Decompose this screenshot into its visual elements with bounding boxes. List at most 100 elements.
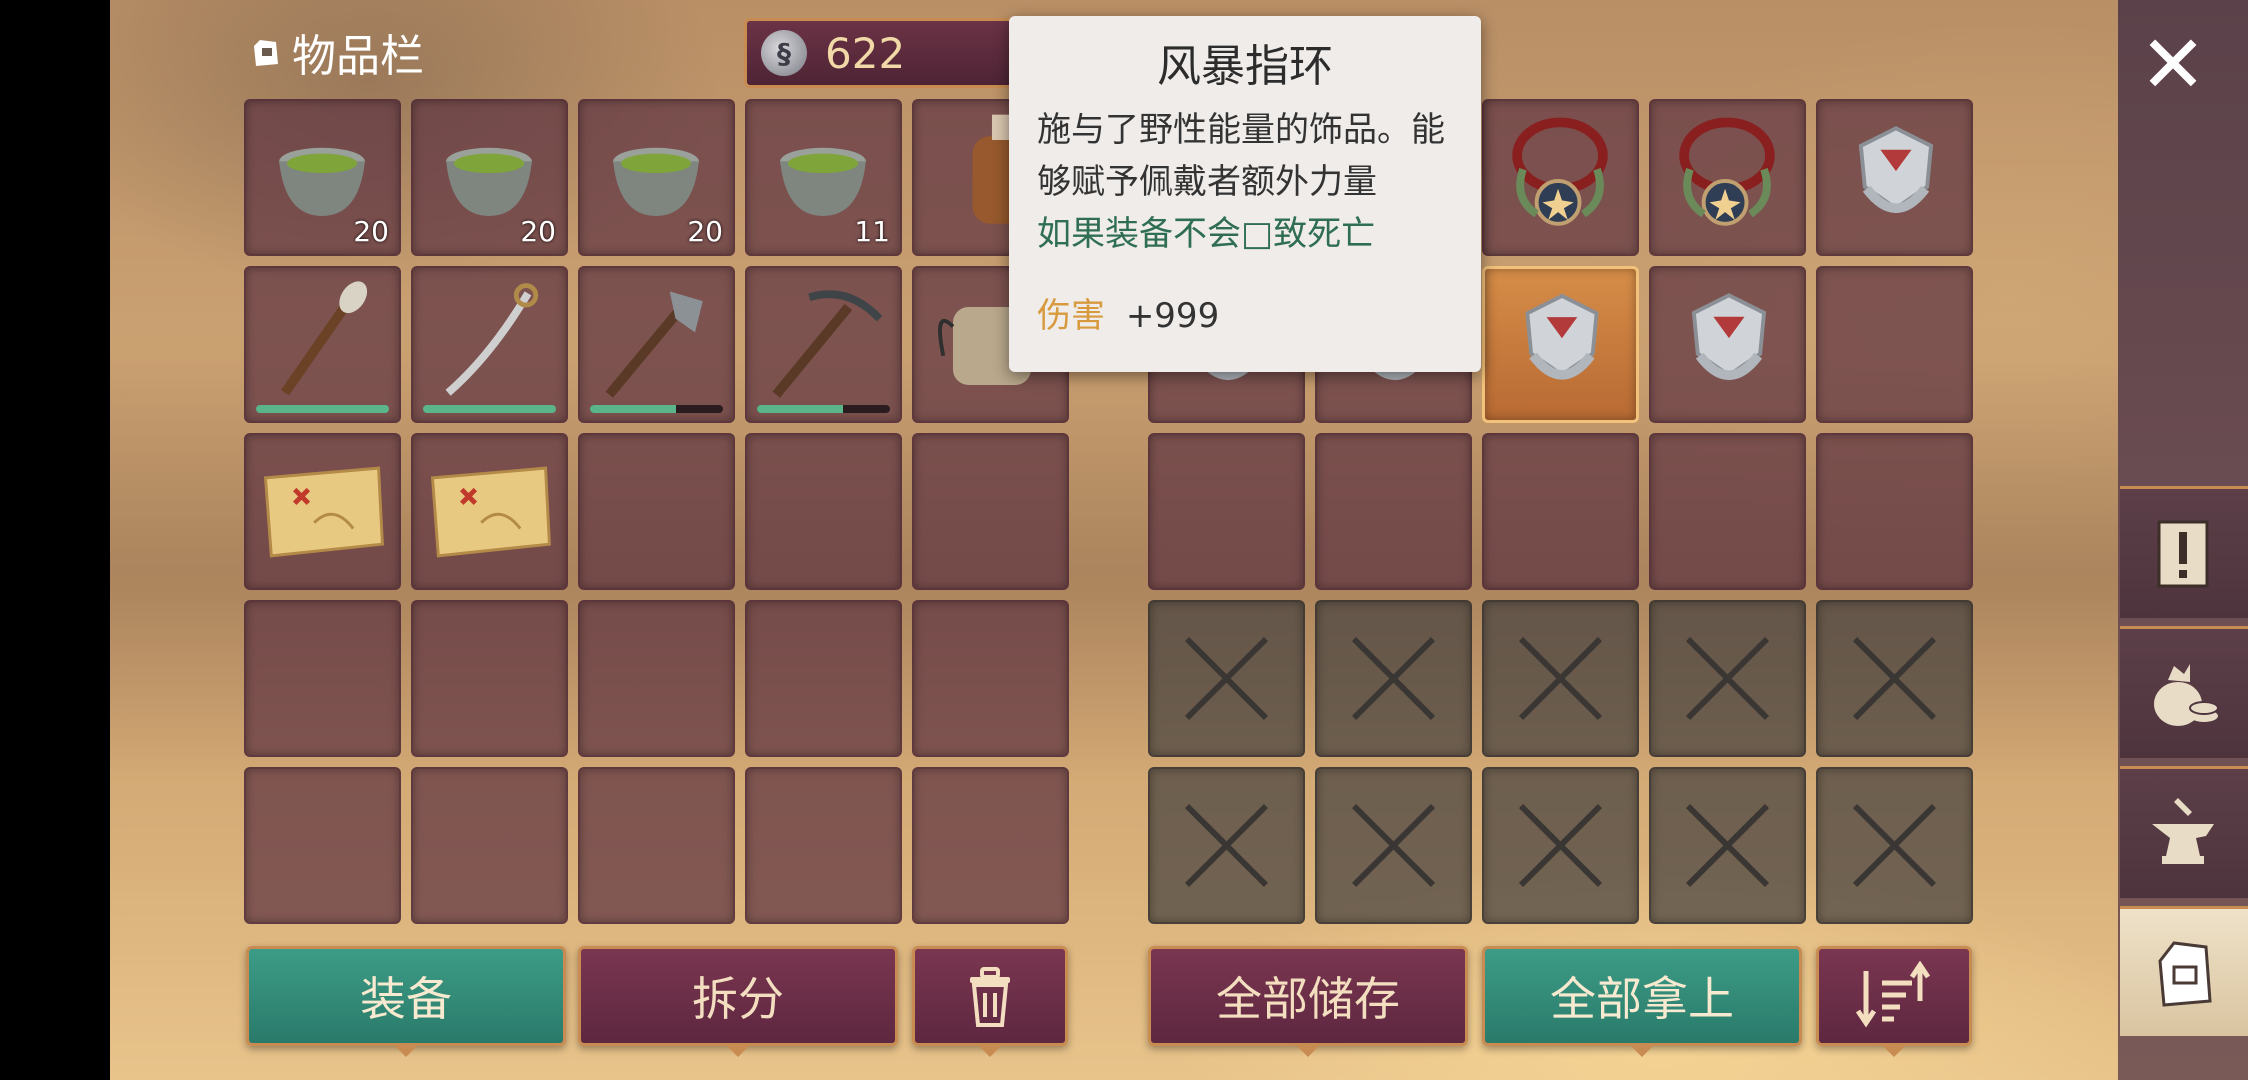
locked-slot <box>1148 600 1305 757</box>
anvil-icon <box>2152 797 2214 864</box>
ring-icon <box>1691 293 1767 381</box>
locked-slot <box>1649 767 1806 924</box>
inventory-slot-ring[interactable] <box>1649 266 1806 423</box>
tab-crafting[interactable] <box>2120 766 2248 898</box>
equip-button[interactable]: 装备 <box>246 946 566 1057</box>
durability-bar <box>590 405 723 413</box>
inventory-slot-torch[interactable] <box>244 266 401 423</box>
tab-trade[interactable] <box>2120 626 2248 758</box>
inventory-slot-bowl[interactable]: 20 <box>411 99 568 256</box>
tooltip-warning: 如果装备不会□致死亡 <box>1037 214 1376 254</box>
empty-slot[interactable] <box>1482 433 1639 590</box>
empty-slot[interactable] <box>411 600 568 757</box>
ring-icon <box>1858 126 1934 214</box>
locked-x-icon <box>1685 803 1770 888</box>
empty-slot[interactable] <box>578 767 735 924</box>
locked-slot <box>1482 767 1639 924</box>
locked-x-icon <box>1518 636 1603 721</box>
inventory-slot-amulet[interactable] <box>1482 99 1639 256</box>
item-count: 20 <box>520 215 556 248</box>
store-all-button[interactable]: 全部储存 <box>1148 946 1468 1057</box>
tooltip-stat-label: 伤害 <box>1037 296 1105 336</box>
close-button[interactable]: ✕ <box>2136 25 2210 105</box>
item-count: 20 <box>353 215 389 248</box>
locked-x-icon <box>1685 636 1770 721</box>
item-count: 20 <box>687 215 723 248</box>
sort-button[interactable] <box>1816 946 1972 1057</box>
locked-x-icon <box>1852 803 1937 888</box>
locked-x-icon <box>1184 803 1269 888</box>
empty-slot[interactable] <box>745 767 902 924</box>
ring-icon <box>1525 293 1599 380</box>
inventory-slot-amulet[interactable] <box>1649 99 1806 256</box>
inventory-slot-ring[interactable] <box>1816 99 1973 256</box>
inventory-slot-axe[interactable] <box>578 266 735 423</box>
empty-slot[interactable] <box>1649 433 1806 590</box>
locked-x-icon <box>1518 803 1603 888</box>
amulet-icon <box>1679 117 1775 226</box>
inventory-slot-ring[interactable] <box>1482 266 1639 423</box>
empty-slot[interactable] <box>244 600 401 757</box>
locked-slot <box>1482 600 1639 757</box>
inventory-slot-bowl[interactable]: 20 <box>578 99 735 256</box>
empty-slot[interactable] <box>912 433 1069 590</box>
quest-scroll-icon <box>2157 520 2209 587</box>
empty-slot[interactable] <box>578 600 735 757</box>
durability-bar <box>757 405 890 413</box>
inventory-slot-map[interactable] <box>244 433 401 590</box>
durability-fill <box>423 405 556 413</box>
empty-slot[interactable] <box>1816 433 1973 590</box>
take-all-button-label: 全部拿上 <box>1550 972 1734 1026</box>
tooltip-stat-value: +999 <box>1125 296 1220 336</box>
empty-slot[interactable] <box>578 433 735 590</box>
tooltip-title: 风暴指环 <box>1157 41 1333 92</box>
split-button-label: 拆分 <box>692 972 784 1026</box>
store-all-button-label: 全部储存 <box>1216 972 1400 1026</box>
money-bag-icon <box>2154 663 2219 726</box>
locked-slot <box>1649 600 1806 757</box>
pickaxe-icon <box>772 290 883 398</box>
empty-slot[interactable] <box>1816 266 1973 423</box>
axe-icon <box>605 291 703 398</box>
sort-icon <box>1855 961 1931 1028</box>
map-icon <box>430 466 551 558</box>
tab-quests[interactable] <box>2120 486 2248 618</box>
tooltip-stat: 伤害 +999 <box>1037 288 1219 337</box>
inventory-title-text: 物品栏 <box>292 31 424 82</box>
locked-x-icon <box>1351 803 1436 888</box>
locked-slot <box>1315 600 1472 757</box>
tooltip-desc-line1: 施与了野性能量的饰品。能 <box>1037 110 1445 150</box>
backpack-tab-icon <box>2158 940 2212 1007</box>
locked-slot <box>1315 767 1472 924</box>
amulet-icon <box>1512 117 1608 226</box>
locked-slot <box>1816 767 1973 924</box>
empty-slot[interactable] <box>912 767 1069 924</box>
screen: 物品栏 § 622 20 20 20 11 风暴指环 施与了野性能量的饰品。能 够赋予… <box>0 0 2248 1080</box>
inventory-slot-bowl[interactable]: 20 <box>244 99 401 256</box>
tooltip-desc-line2: 够赋予佩戴者额外力量 <box>1037 162 1377 202</box>
sword-icon <box>445 283 539 396</box>
inventory-slot-bowl[interactable]: 11 <box>745 99 902 256</box>
trash-button[interactable] <box>912 946 1068 1057</box>
coin-icon: § <box>761 30 807 76</box>
inventory-slot-sword[interactable] <box>411 266 568 423</box>
empty-slot[interactable] <box>244 767 401 924</box>
empty-slot[interactable] <box>1148 433 1305 590</box>
split-button[interactable]: 拆分 <box>578 946 898 1057</box>
game-background: 物品栏 § 622 20 20 20 11 风暴指环 施与了野性能量的饰品。能 够赋予… <box>110 0 2248 1080</box>
equip-button-label: 装备 <box>360 972 452 1026</box>
inventory-slot-pickaxe[interactable] <box>745 266 902 423</box>
empty-slot[interactable] <box>912 600 1069 757</box>
tab-inventory[interactable] <box>2120 906 2248 1036</box>
take-all-button[interactable]: 全部拿上 <box>1482 946 1802 1057</box>
durability-fill <box>256 405 389 413</box>
empty-slot[interactable] <box>411 767 568 924</box>
empty-slot[interactable] <box>745 600 902 757</box>
empty-slot[interactable] <box>1315 433 1472 590</box>
currency-value: 622 <box>825 28 906 78</box>
empty-slot[interactable] <box>745 433 902 590</box>
inventory-slot-map[interactable] <box>411 433 568 590</box>
locked-x-icon <box>1351 636 1436 721</box>
locked-slot <box>1148 767 1305 924</box>
inventory-title: 物品栏 <box>248 22 424 82</box>
